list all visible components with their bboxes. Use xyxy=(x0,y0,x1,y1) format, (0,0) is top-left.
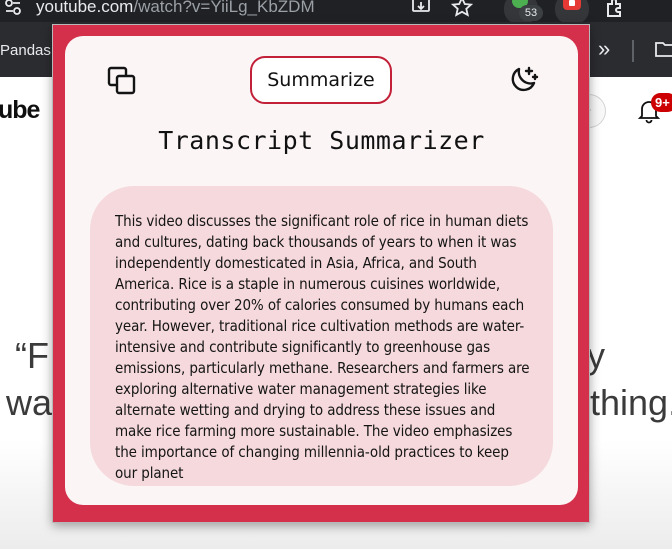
more-bookmarks-button[interactable]: » xyxy=(598,36,610,62)
copy-icon xyxy=(105,66,139,101)
popup-title: Transcript Summarizer xyxy=(158,126,485,155)
quote-line-2-start: wa xyxy=(6,382,53,423)
url-path: /watch?v=YiiLg_KbZDM xyxy=(133,0,315,16)
puzzle-extensions-icon[interactable] xyxy=(604,0,626,18)
extension-popup: Summarize Transcript Summarizer This vid… xyxy=(52,24,590,523)
install-app-icon[interactable] xyxy=(410,0,432,18)
extension-badge: 53 xyxy=(519,5,543,21)
bookmarks-separator xyxy=(632,40,634,62)
address-url[interactable]: youtube.com/watch?v=YiiLg_KbZDM xyxy=(36,0,315,17)
notification-count-badge: 9+ xyxy=(651,93,672,112)
moon-stars-icon xyxy=(505,66,539,101)
youtube-extension-icon xyxy=(563,0,581,10)
folder-icon[interactable] xyxy=(654,38,672,60)
url-host: youtube.com xyxy=(36,0,134,16)
site-info-icon[interactable] xyxy=(4,0,22,16)
popup-card: Summarize Transcript Summarizer This vid… xyxy=(65,36,578,505)
copy-button[interactable] xyxy=(105,64,139,98)
summary-panel[interactable]: This video discusses the significant rol… xyxy=(90,186,553,486)
theme-toggle-button[interactable] xyxy=(505,64,539,98)
summary-text: This video discusses the significant rol… xyxy=(115,212,530,482)
quote-line-1-start: “F xyxy=(15,335,49,376)
youtube-logo[interactable]: ube xyxy=(0,96,40,125)
quote-line-2-end: thing. xyxy=(590,382,672,423)
browser-address-bar: youtube.com/watch?v=YiiLg_KbZDM 53 xyxy=(0,0,672,24)
summarize-button[interactable]: Summarize xyxy=(250,56,392,104)
bookmark-star-icon[interactable] xyxy=(450,0,474,18)
